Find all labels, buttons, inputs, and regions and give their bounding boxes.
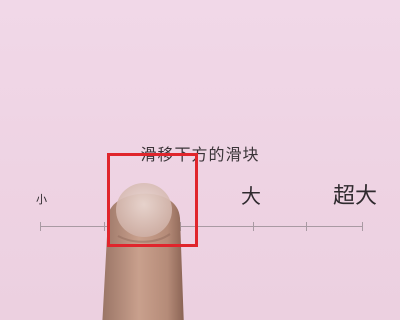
size-label-small[interactable]: 小 — [36, 194, 47, 205]
highlight-box — [107, 153, 198, 247]
size-label-extra-large[interactable]: 超大 — [333, 186, 377, 208]
slider-tick[interactable] — [362, 222, 363, 231]
settings-screen: 滑移下方的滑块 小 大 超大 — [0, 0, 400, 320]
font-size-slider-track[interactable] — [40, 226, 363, 227]
slider-tick[interactable] — [306, 222, 307, 231]
size-label-large[interactable]: 大 — [241, 186, 261, 206]
slider-tick[interactable] — [40, 222, 41, 231]
slider-tick[interactable] — [253, 222, 254, 231]
instruction-text: 滑移下方的滑块 — [140, 145, 260, 164]
